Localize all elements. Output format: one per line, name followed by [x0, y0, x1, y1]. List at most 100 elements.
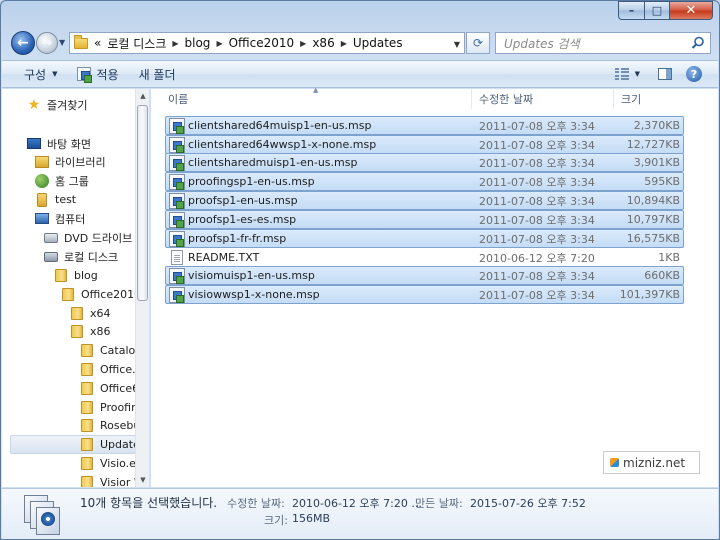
scroll-down-icon[interactable]: ▼	[136, 473, 150, 487]
tree-item-office6[interactable]: Office6	[79, 379, 139, 398]
installer-patch-icon	[169, 136, 185, 153]
tree-item-visio-en[interactable]: Visio.er	[79, 454, 140, 473]
tree-item-update[interactable]: Update	[10, 435, 140, 454]
file-size: 16,575KB	[626, 232, 680, 245]
breadcrumb-updates[interactable]: Updates	[353, 36, 403, 50]
scroll-up-icon[interactable]: ▲	[136, 89, 150, 103]
details-pane: 10개 항목을 선택했습니다. 수정한 날짜: 2010-06-12 오후 7:…	[2, 488, 718, 539]
tree-item-catalog[interactable]: Catalog	[79, 341, 142, 360]
file-list: 이름 ▲ 수정한 날짜 크기 clientshared64muisp1-en-u…	[151, 86, 718, 487]
file-date: 2011-07-08 오후 3:34	[479, 156, 595, 170]
file-row[interactable]: visiowwsp1-x-none.msp 2011-07-08 오후 3:34…	[165, 285, 684, 304]
file-row[interactable]: proofingsp1-en-us.msp 2011-07-08 오후 3:34…	[165, 172, 684, 191]
file-row[interactable]: proofsp1-fr-fr.msp 2011-07-08 오후 3:34 16…	[165, 229, 684, 248]
tree-item-dvd[interactable]: DVD 드라이브	[43, 228, 132, 247]
maximize-button[interactable]: □	[644, 1, 669, 20]
file-name: proofingsp1-en-us.msp	[188, 175, 315, 188]
preview-pane-icon[interactable]	[658, 68, 672, 80]
tree-item-homegroup[interactable]: 홈 그룹	[34, 171, 89, 190]
breadcrumb-office2010[interactable]: Office2010	[229, 36, 295, 50]
new-folder-button[interactable]: 새 폴더	[129, 61, 186, 87]
file-name: visiomuisp1-en-us.msp	[188, 269, 315, 282]
tree-item-rosebu[interactable]: Rosebu	[79, 416, 140, 435]
multiple-files-icon	[22, 493, 66, 537]
tree-item-test[interactable]: test	[34, 190, 76, 209]
watermark-text: mizniz.net	[623, 455, 686, 470]
chevron-right-icon[interactable]: ▶	[300, 39, 306, 48]
breadcrumb-local-disk[interactable]: 로컬 디스크	[107, 35, 166, 52]
navigation-scrollbar[interactable]: ▲ ▼	[135, 89, 149, 487]
breadcrumb-x86[interactable]: x86	[312, 36, 334, 50]
chevron-right-icon[interactable]: ▶	[341, 39, 347, 48]
folder-icon	[69, 325, 85, 339]
folder-icon	[79, 363, 95, 377]
column-divider[interactable]	[471, 89, 472, 109]
scroll-thumb[interactable]	[137, 105, 148, 301]
search-box[interactable]: Updates 검색	[495, 32, 711, 54]
view-options-icon[interactable]	[614, 68, 629, 80]
modified-value: 2010-06-12 오후 7:20 ...	[292, 497, 422, 510]
installer-patch-icon	[169, 230, 185, 247]
column-divider[interactable]	[613, 89, 614, 109]
desktop-icon	[26, 137, 42, 151]
tree-item-local-disk[interactable]: 로컬 디스크	[43, 247, 118, 266]
chevron-right-icon[interactable]: ▶	[172, 39, 178, 48]
file-date: 2011-07-08 오후 3:34	[479, 213, 595, 227]
text-document-icon	[171, 250, 183, 265]
column-header-size[interactable]: 크기	[621, 89, 681, 109]
file-row[interactable]: proofsp1-en-us.msp 2011-07-08 오후 3:34 10…	[165, 191, 684, 210]
tree-item-x86[interactable]: x86	[69, 322, 111, 341]
search-icon[interactable]	[691, 36, 705, 50]
tree-item-desktop[interactable]: 바탕 화면	[26, 134, 91, 153]
file-row[interactable]: clientshared64muisp1-en-us.msp 2011-07-0…	[165, 116, 684, 135]
tree-label: blog	[74, 269, 98, 282]
folder-icon	[79, 457, 95, 471]
back-button[interactable]: ←	[11, 31, 35, 55]
tree-item-computer[interactable]: 컴퓨터	[34, 209, 85, 228]
file-row[interactable]: README.TXT 2010-06-12 오후 7:20 1KB	[165, 248, 684, 267]
file-name: visiowwsp1-x-none.msp	[188, 288, 320, 301]
sort-ascending-icon: ▲	[313, 86, 319, 94]
tree-label: 로컬 디스크	[64, 250, 119, 264]
chevron-right-icon[interactable]: ▶	[216, 39, 222, 48]
view-dropdown-icon[interactable]: ▼	[635, 70, 640, 78]
forward-button[interactable]: →	[36, 32, 58, 54]
watermark-logo: mizniz.net	[603, 451, 700, 474]
breadcrumb-overflow[interactable]: «	[94, 36, 101, 50]
file-row[interactable]: visiomuisp1-en-us.msp 2011-07-08 오후 3:34…	[165, 266, 684, 285]
file-row[interactable]: clientshared64wwsp1-x-none.msp 2011-07-0…	[165, 135, 684, 154]
file-name: clientshared64wwsp1-x-none.msp	[188, 138, 377, 151]
address-dropdown-icon[interactable]: ▼	[454, 40, 460, 49]
file-date: 2011-07-08 오후 3:34	[479, 194, 595, 208]
tree-item-blog[interactable]: blog	[53, 266, 98, 285]
file-name: clientsharedmuisp1-en-us.msp	[188, 156, 358, 169]
close-button[interactable]: ✕	[669, 1, 713, 20]
file-row[interactable]: proofsp1-es-es.msp 2011-07-08 오후 3:34 10…	[165, 210, 684, 229]
tree-item-favorites[interactable]: ★ 즐겨찾기	[26, 95, 88, 114]
breadcrumb-blog[interactable]: blog	[185, 36, 211, 50]
recent-pages-dropdown[interactable]: ▼	[59, 38, 65, 47]
tree-item-proofin[interactable]: Proofin	[79, 398, 138, 417]
folder-icon	[53, 269, 69, 283]
tree-item-office2010[interactable]: Office2010	[60, 285, 141, 304]
column-header-modified[interactable]: 수정한 날짜	[479, 89, 609, 109]
address-bar[interactable]: « 로컬 디스크 ▶ blog ▶ Office2010 ▶ x86 ▶ Upd…	[69, 32, 465, 54]
dvd-drive-icon	[43, 231, 59, 245]
folder-icon	[69, 307, 85, 321]
help-icon[interactable]: ?	[686, 66, 702, 82]
caption-buttons: – □ ✕	[618, 1, 713, 20]
mizniz-logo-icon	[610, 458, 619, 467]
organize-button[interactable]: 구성 ▼	[2, 61, 67, 87]
file-row[interactable]: clientsharedmuisp1-en-us.msp 2011-07-08 …	[165, 153, 684, 172]
tree-item-libraries[interactable]: 라이브러리	[34, 152, 106, 171]
apply-button[interactable]: 적용	[67, 61, 128, 87]
refresh-button[interactable]: ⟳	[466, 32, 490, 54]
tree-item-office-e[interactable]: Office.e	[79, 360, 142, 379]
tree-label: 컴퓨터	[55, 212, 86, 226]
search-input[interactable]: Updates 검색	[504, 35, 580, 52]
minimize-button[interactable]: –	[618, 1, 644, 20]
tree-item-x64[interactable]: x64	[69, 304, 111, 323]
file-size: 10,797KB	[626, 213, 680, 226]
tree-label: 즐겨찾기	[47, 98, 88, 112]
file-name: README.TXT	[188, 251, 260, 264]
